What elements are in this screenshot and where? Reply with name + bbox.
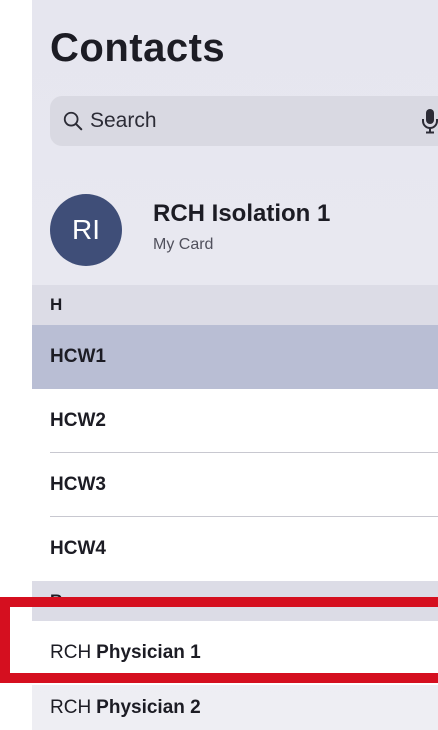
contact-prefix: RCH xyxy=(50,642,92,663)
my-card-name: RCH Isolation 1 xyxy=(153,200,331,227)
mic-icon[interactable] xyxy=(420,108,438,134)
contact-row-physician-2[interactable]: RCH Physician 2 xyxy=(32,689,438,730)
contact-row-hcw1[interactable]: HCW1 xyxy=(32,325,438,389)
my-card-subtitle: My Card xyxy=(153,236,214,253)
contact-row-hcw2[interactable]: HCW2 xyxy=(32,389,438,453)
device-bezel xyxy=(0,0,32,730)
contact-row-hcw4[interactable]: HCW4 xyxy=(32,517,438,581)
contact-prefix: RCH xyxy=(50,697,92,718)
my-card[interactable]: RI RCH Isolation 1 My Card xyxy=(32,172,438,282)
section-header-h: H xyxy=(32,285,438,325)
contact-row-physician-1[interactable]: RCH Physician 1 xyxy=(32,621,438,685)
contact-name: HCW1 xyxy=(50,346,106,367)
search-icon xyxy=(63,111,83,131)
contact-name: Physician 2 xyxy=(96,697,201,718)
contact-row-hcw3[interactable]: HCW3 xyxy=(32,453,438,517)
contact-name: HCW3 xyxy=(50,474,106,495)
contact-name: HCW2 xyxy=(50,410,106,431)
search-placeholder: Search xyxy=(90,109,157,132)
section-header-r: R xyxy=(32,581,438,621)
contacts-screen: Contacts Search RI RCH Isolation 1 My Ca… xyxy=(32,0,438,730)
contact-name: Physician 1 xyxy=(96,642,201,663)
search-input[interactable]: Search xyxy=(50,96,438,146)
avatar: RI xyxy=(50,194,122,266)
contact-name: HCW4 xyxy=(50,538,106,559)
page-title: Contacts xyxy=(50,26,226,70)
